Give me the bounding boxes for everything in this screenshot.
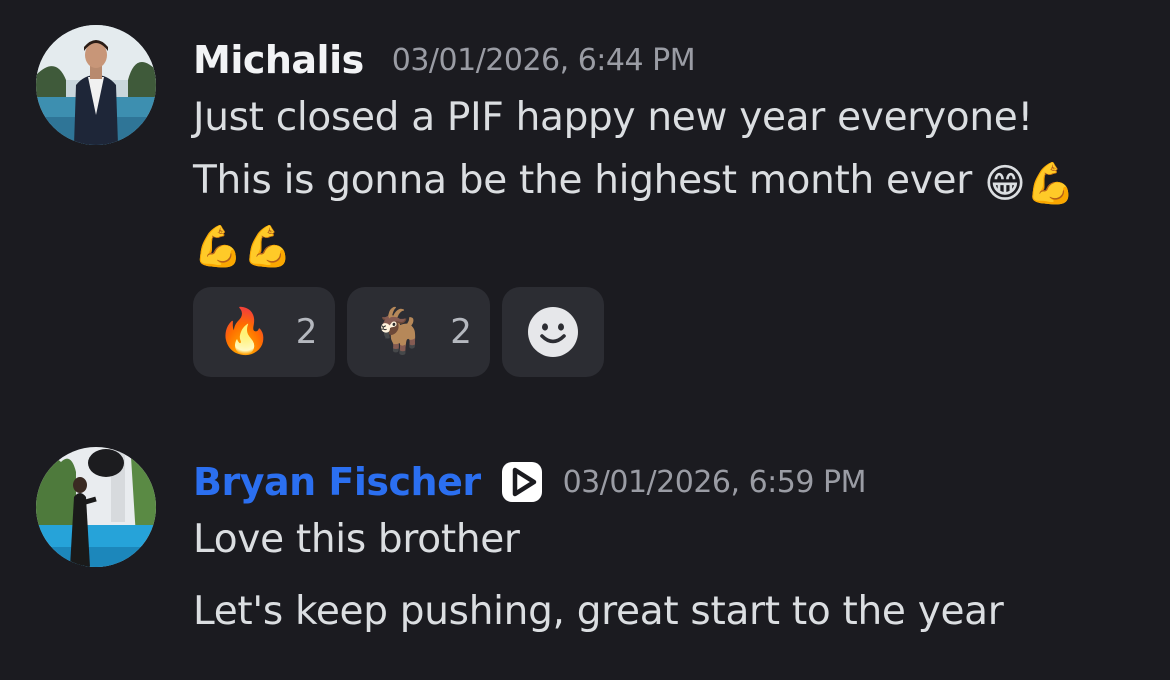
message-text-line: This is gonna be the highest month ever … (193, 149, 1150, 212)
message-text: This is gonna be the highest month ever (193, 158, 972, 203)
reaction-count: 2 (450, 312, 472, 352)
username[interactable]: Michalis (193, 38, 364, 82)
goat-emoji-icon: 🐐 (371, 306, 427, 357)
message-text-line: 💪💪 (193, 212, 1150, 275)
flexed-biceps-emoji-icon: 💪💪 (193, 224, 293, 270)
message-content: Bryan Fischer 03/01/2026, 6:59 PM Love t… (193, 456, 1150, 643)
user-avatar[interactable] (36, 25, 156, 145)
chat-message: Michalis 03/01/2026, 6:44 PM Just closed… (0, 0, 1170, 410)
user-avatar[interactable] (36, 447, 156, 567)
chat-message: Bryan Fischer 03/01/2026, 6:59 PM Love t… (0, 430, 1170, 680)
message-content: Michalis 03/01/2026, 6:44 PM Just closed… (193, 34, 1150, 377)
fire-emoji-icon: 🔥 (217, 306, 272, 357)
message-header: Bryan Fischer 03/01/2026, 6:59 PM (193, 456, 1150, 508)
message-text-line: Love this brother (193, 517, 520, 562)
reaction-count: 2 (295, 312, 318, 352)
play-badge-icon (501, 462, 542, 502)
message-header: Michalis 03/01/2026, 6:44 PM (193, 34, 1150, 86)
avatar-photo-icon (36, 25, 156, 145)
reaction-bar: 🔥 2 🐐 2 (193, 287, 1150, 377)
username[interactable]: Bryan Fischer (193, 460, 481, 504)
message-text-line: Just closed a PIF happy new year everyon… (193, 95, 1033, 140)
grin-flex-emoji-icon: 😁💪 (984, 161, 1075, 207)
chat-message-list: Michalis 03/01/2026, 6:44 PM Just closed… (0, 0, 1170, 680)
reaction-goat[interactable]: 🐐 2 (347, 287, 490, 377)
message-text-line: Let's keep pushing, great start to the y… (193, 589, 1004, 634)
smiley-add-reaction-icon (527, 307, 578, 357)
add-reaction-button[interactable] (501, 287, 604, 377)
reaction-fire[interactable]: 🔥 2 (193, 287, 336, 377)
avatar-photo-icon (36, 447, 156, 567)
timestamp: 03/01/2026, 6:59 PM (562, 464, 867, 500)
timestamp: 03/01/2026, 6:44 PM (391, 42, 696, 78)
